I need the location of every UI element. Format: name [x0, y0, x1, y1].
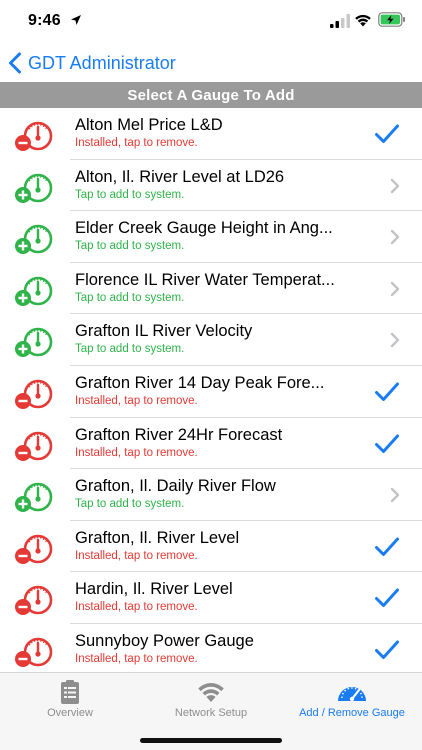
gauge-installed-icon	[15, 586, 53, 616]
gauge-available-icon	[15, 328, 53, 358]
home-indicator	[140, 738, 282, 743]
gauge-row[interactable]: Grafton, Il. River Level Installed, tap t…	[0, 521, 422, 573]
gauge-row[interactable]: Sunnyboy Power Gauge Installed, tap to re…	[0, 624, 422, 676]
gauge-status: Installed, tap to remove.	[75, 652, 198, 665]
gauge-installed-icon	[15, 637, 53, 667]
screen: 9:46 GDT Administrator Select A Gauge To…	[0, 0, 422, 750]
gauge-title: Elder Creek Gauge Height in Ang...	[75, 219, 333, 238]
gauge-status: Installed, tap to remove.	[75, 601, 198, 614]
gauge-status: Tap to add to system.	[75, 291, 185, 304]
gauge-row[interactable]: Grafton IL River Velocity Tap to add to s…	[0, 314, 422, 366]
tab-network-setup-label: Network Setup	[174, 707, 248, 719]
gauge-row[interactable]: Grafton, Il. Daily River Flow Tap to add …	[0, 469, 422, 521]
gauge-status: Installed, tap to remove.	[75, 137, 198, 149]
clipboard-icon	[61, 680, 79, 704]
gauge-row[interactable]: Grafton River 24Hr Forecast Installed, ta…	[0, 418, 422, 470]
cellular-signal-icon	[330, 14, 350, 28]
gauge-installed-icon	[15, 431, 53, 461]
gauge-available-icon	[15, 173, 53, 203]
gauge-row[interactable]: Alton, Il. River Level at LD26 Tap to add…	[0, 160, 422, 212]
checkmark-icon	[375, 382, 399, 401]
back-button-label: GDT Administrator	[28, 52, 176, 73]
gauge-row[interactable]: Grafton River 14 Day Peak Fore... Install…	[0, 366, 422, 418]
gauge-icon	[338, 687, 366, 702]
checkmark-icon	[375, 537, 399, 556]
chevron-right-icon	[390, 487, 400, 503]
gauge-title: Hardin, Il. River Level	[75, 580, 233, 599]
chevron-left-icon	[9, 52, 21, 74]
chevron-right-icon	[390, 333, 400, 348]
chevron-right-icon	[390, 281, 400, 296]
location-arrow-icon	[71, 15, 81, 25]
tab-overview[interactable]: Overview	[0, 673, 140, 727]
gauge-available-icon	[15, 276, 53, 306]
gauge-list: Alton Mel Price L&D Installed, tap to rem…	[0, 108, 422, 676]
tab-add-remove-gauge[interactable]: Add / Remove Gauge	[282, 673, 422, 727]
gauge-status: Tap to add to system.	[75, 343, 185, 356]
gauge-status: Tap to add to system.	[75, 188, 185, 201]
tab-overview-label: Overview	[47, 707, 93, 719]
gauge-available-icon	[15, 482, 53, 513]
gauge-row[interactable]: Elder Creek Gauge Height in Ang... Tap to…	[0, 211, 422, 263]
gauge-installed-icon	[15, 121, 53, 151]
tab-add-remove-gauge-label: Add / Remove Gauge	[299, 707, 405, 719]
checkmark-icon	[375, 434, 399, 453]
gauge-row[interactable]: Hardin, Il. River Level Installed, tap to…	[0, 572, 422, 624]
gauge-title: Grafton, Il. River Level	[75, 528, 240, 547]
gauge-title: Alton Mel Price L&D	[75, 116, 223, 134]
status-time: 9:46	[28, 12, 61, 29]
gauge-title: Grafton River 14 Day Peak Fore...	[75, 373, 325, 392]
gauge-title: Florence IL River Water Temperat...	[75, 270, 335, 289]
gauge-title: Grafton River 24Hr Forecast	[75, 425, 283, 444]
status-bar: 9:46	[0, 0, 422, 44]
gauge-status: Installed, tap to remove.	[75, 394, 198, 407]
section-header: Select A Gauge To Add	[0, 82, 422, 108]
wifi-icon	[198, 683, 224, 702]
gauge-installed-icon	[15, 379, 53, 409]
section-header-title: Select A Gauge To Add	[127, 86, 295, 104]
gauge-title: Alton, Il. River Level at LD26	[75, 167, 285, 186]
gauge-status: Tap to add to system.	[75, 240, 185, 253]
gauge-title: Sunnyboy Power Gauge	[75, 631, 254, 650]
checkmark-icon	[375, 588, 399, 608]
gauge-status: Installed, tap to remove.	[75, 549, 198, 562]
battery-charging-icon	[378, 12, 405, 27]
back-button[interactable]: GDT Administrator	[8, 48, 176, 78]
gauge-title: Grafton, Il. Daily River Flow	[75, 477, 276, 496]
gauge-title: Grafton IL River Velocity	[75, 322, 253, 341]
navigation-bar: GDT Administrator	[0, 44, 422, 82]
checkmark-icon	[375, 640, 399, 659]
gauge-status: Installed, tap to remove.	[75, 446, 198, 459]
chevron-right-icon	[390, 178, 400, 193]
wifi-status-icon	[355, 14, 371, 27]
gauge-row[interactable]: Florence IL River Water Temperat... Tap t…	[0, 263, 422, 315]
gauge-available-icon	[15, 224, 53, 255]
gauge-status: Tap to add to system.	[75, 498, 185, 511]
gauge-installed-icon	[15, 534, 53, 564]
chevron-right-icon	[390, 229, 400, 245]
gauge-row[interactable]: Alton Mel Price L&D Installed, tap to rem…	[0, 108, 422, 160]
tab-network-setup[interactable]: Network Setup	[141, 673, 281, 727]
checkmark-icon	[375, 124, 399, 143]
